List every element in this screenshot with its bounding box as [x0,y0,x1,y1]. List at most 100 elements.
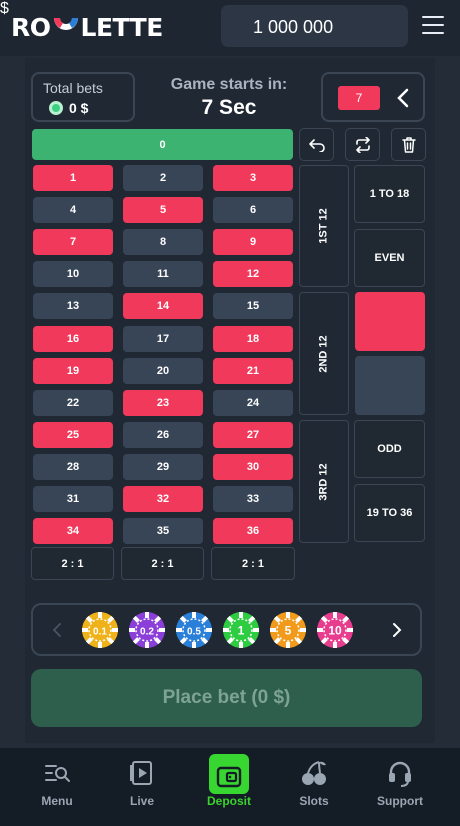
number-cell-7[interactable]: 7 [33,229,113,256]
number-cell-36[interactable]: 36 [213,518,293,545]
place-bet-button[interactable]: Place bet (0 $) [31,669,422,727]
column-bet-label: 2 : 1 [241,557,264,570]
trash-icon [401,136,416,153]
number-cell-9[interactable]: 9 [213,229,293,256]
number-label: 8 [159,236,167,249]
number-cell-23[interactable]: 23 [123,389,203,416]
number-cell-30[interactable]: 30 [213,453,293,480]
bet-even[interactable]: EVEN [354,229,425,287]
number-cell-24[interactable]: 24 [213,389,293,416]
number-cell-28[interactable]: 28 [33,453,113,480]
chip-value: 0.1 [93,627,107,638]
number-cell-12[interactable]: 12 [213,261,293,288]
nav-support[interactable]: Support [365,758,435,808]
chip-value: 0.2 [140,627,154,638]
poker-chip-icon: 10 [317,612,353,648]
nav-slots[interactable]: Slots [279,758,349,808]
chevron-right-icon[interactable] [391,621,403,639]
number-cell-16[interactable]: 16 [33,325,113,352]
number-cell-4[interactable]: 4 [33,197,113,224]
bet-19-to-36[interactable]: 19 TO 36 [354,484,425,542]
number-cell-18[interactable]: 18 [213,325,293,352]
number-cell-32[interactable]: 32 [123,486,203,512]
wallet-icon [216,766,242,788]
number-cell-26[interactable]: 26 [123,421,203,448]
number-label: 7 [69,236,77,249]
number-cell-25[interactable]: 25 [33,421,113,448]
number-cell-21[interactable]: 21 [213,357,293,384]
number-label: 16 [66,332,80,345]
bet-1-to-18[interactable]: 1 TO 18 [354,165,425,223]
number-cell-3[interactable]: 3 [213,165,293,191]
number-cell-27[interactable]: 27 [213,421,293,448]
balance-box[interactable]: 1 000 000 [221,5,408,47]
roulette-wheel-icon [53,18,78,30]
logo[interactable]: RO LETTE [11,12,163,42]
number-cell-2[interactable]: 2 [123,165,203,191]
number-cell-22[interactable]: 22 [33,389,113,416]
outside-label: 1 TO 18 [369,188,410,200]
hamburger-menu-icon[interactable] [422,16,444,34]
column-bet-1[interactable]: 2 : 1 [31,547,114,580]
chip-0.5[interactable]: 0.5 [175,611,213,649]
number-cell-11[interactable]: 11 [123,261,203,288]
number-cell-34[interactable]: 34 [33,518,113,545]
dozen-bet-1[interactable]: 1ST 12 [299,165,349,287]
countdown: 7 Sec [201,96,257,119]
number-label: 21 [246,364,260,377]
column-bet-label: 2 : 1 [61,557,84,570]
chip-value: 5 [285,624,292,638]
number-cell-15[interactable]: 15 [213,293,293,320]
clear-bets-button[interactable] [391,128,426,161]
headset-icon [389,761,411,787]
nav-menu[interactable]: Menu [22,758,92,808]
chip-value: 0.5 [187,627,201,638]
repeat-button[interactable] [345,128,380,161]
chip-10[interactable]: 10 [316,611,354,649]
number-label: 3 [249,172,257,184]
number-label: 5 [159,204,167,217]
cherries-icon [302,761,326,785]
chevron-left-icon[interactable] [395,87,411,109]
number-cell-5[interactable]: 5 [123,197,203,224]
number-cell-35[interactable]: 35 [123,518,203,545]
nav-deposit[interactable]: Deposit [194,758,264,808]
dozen-bet-3[interactable]: 3RD 12 [299,420,349,543]
number-cell-6[interactable]: 6 [213,197,293,224]
number-cell-29[interactable]: 29 [123,453,203,480]
chip-0.2[interactable]: 0.2 [128,611,166,649]
undo-button[interactable] [299,128,334,161]
number-cell-19[interactable]: 19 [33,357,113,384]
column-bet-3[interactable]: 2 : 1 [211,547,295,580]
number-cell-1[interactable]: 1 [33,165,113,191]
bet-black[interactable] [355,356,425,415]
bet-odd[interactable]: ODD [354,420,425,478]
menu-search-icon [45,765,70,782]
dozen-bet-2[interactable]: 2ND 12 [299,292,349,415]
number-cell-20[interactable]: 20 [123,357,203,384]
column-bet-2[interactable]: 2 : 1 [121,547,204,580]
chip-0.1[interactable]: 0.1 [81,611,119,649]
number-cell-13[interactable]: 13 [33,293,113,320]
chevron-left-icon[interactable] [51,621,63,639]
number-label: 2 [159,172,167,184]
chip-5[interactable]: 5 [269,611,307,649]
number-label: 25 [66,428,80,441]
chip-1[interactable]: 1 [222,611,260,649]
number-cell-33[interactable]: 33 [213,486,293,512]
nav-live[interactable]: Live [107,758,177,808]
results-history[interactable]: 7 [321,72,425,122]
number-cell-14[interactable]: 14 [123,293,203,320]
number-cell-8[interactable]: 8 [123,229,203,256]
number-cell-0[interactable]: 0 [32,129,293,160]
undo-icon [308,138,325,152]
nav-label: Live [129,794,154,808]
number-cell-10[interactable]: 10 [33,261,113,288]
number-cell-17[interactable]: 17 [123,325,203,352]
number-label: 19 [66,364,80,377]
number-label: 32 [156,493,170,505]
chip-selector: 0.1 0.2 0.5 1 5 10 [31,603,422,656]
bet-red[interactable] [355,292,425,351]
number-cell-31[interactable]: 31 [33,486,113,512]
game-starts-label: Game starts in: [170,76,288,93]
